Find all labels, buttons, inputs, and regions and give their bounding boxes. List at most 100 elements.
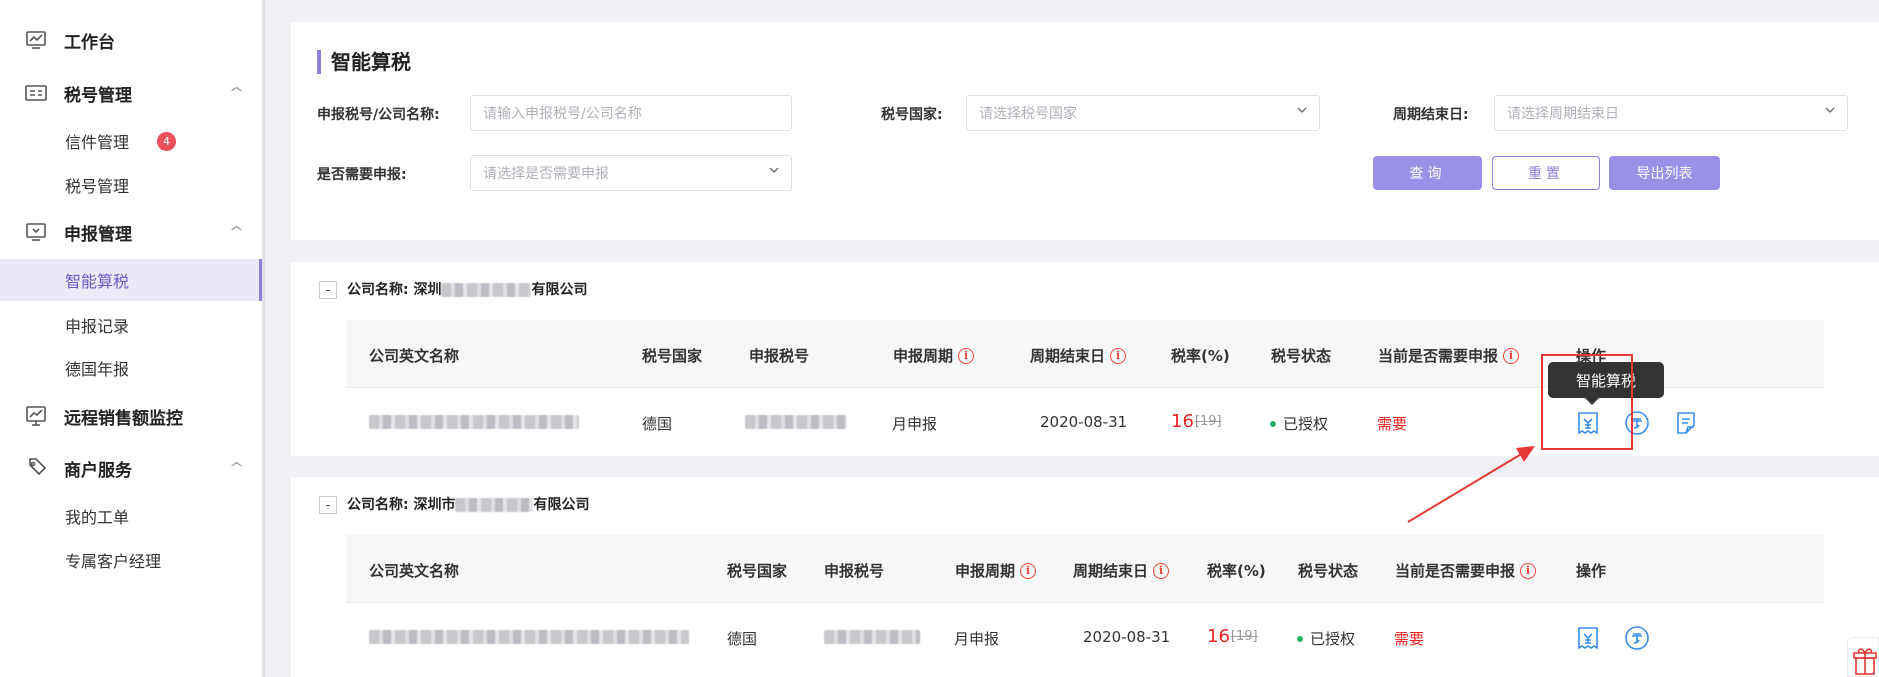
td-need: 需要 xyxy=(1377,415,1408,433)
id-card-icon xyxy=(25,85,47,101)
sidebar-item-annual[interactable]: 德国年报 xyxy=(0,347,262,389)
td-rate: 16 [19] xyxy=(1171,411,1222,432)
redacted-text xyxy=(441,283,532,297)
td-period: 月申报 xyxy=(954,630,1000,648)
nav-merchant-label: 商户服务 xyxy=(64,460,132,481)
th-tax-no: 申报税号 xyxy=(749,347,810,365)
page-title: 智能算税 xyxy=(317,50,411,74)
collapse-button[interactable]: - xyxy=(319,496,337,514)
sidebar: 工作台 税号管理 ^ 信件管理 4 税号管理 申报管理 ^ 智能算税 申报记录 … xyxy=(0,0,265,677)
nav-declare-mgmt[interactable]: 申报管理 ^ xyxy=(0,212,262,252)
th-period-label: 申报周期 xyxy=(893,347,954,365)
info-icon[interactable]: i xyxy=(958,347,975,364)
edit-doc-icon[interactable] xyxy=(1673,410,1699,436)
th-period-label: 申报周期 xyxy=(955,562,1016,580)
country-placeholder: 请选择税号国家 xyxy=(979,106,1077,122)
redacted-text xyxy=(369,415,579,429)
chevron-up-icon: ^ xyxy=(228,85,245,101)
th-status: 税号状态 xyxy=(1298,562,1359,580)
company-name: 公司名称: 深圳 有限公司 xyxy=(347,279,587,299)
td-end-date: 2020-08-31 xyxy=(1040,413,1128,431)
sidebar-item-letters[interactable]: 信件管理 4 xyxy=(0,120,262,162)
zero-declare-icon[interactable] xyxy=(1624,625,1650,651)
th-rate: 税率(%) xyxy=(1171,347,1230,365)
sidebar-item-records[interactable]: 申报记录 xyxy=(0,304,262,346)
sidebar-item-taxno[interactable]: 税号管理 xyxy=(0,164,262,206)
th-need-label: 当前是否需要申报 xyxy=(1395,562,1516,580)
reset-button[interactable]: 重置 xyxy=(1492,156,1600,190)
th-need: 当前是否需要申报 i xyxy=(1378,345,1520,366)
chevron-up-icon: ^ xyxy=(228,460,245,476)
company-card: - 公司名称: 深圳市 有限公司 公司英文名称 税号国家 申报税号 申报周期 i 周… xyxy=(291,477,1879,677)
need-label: 是否需要申报: xyxy=(317,167,407,183)
nav-workbench[interactable]: 工作台 xyxy=(0,20,262,60)
sidebar-item-tickets[interactable]: 我的工单 xyxy=(0,495,262,537)
info-icon[interactable]: i xyxy=(1020,562,1037,579)
need-select[interactable]: 请选择是否需要申报 xyxy=(470,155,792,191)
td-rate: 16 [19] xyxy=(1207,626,1258,647)
country-label: 税号国家: xyxy=(881,107,943,123)
chevron-down-icon xyxy=(769,167,779,173)
nav-remote-monitor[interactable]: 远程销售额监控 xyxy=(0,396,262,436)
status-text: 已授权 xyxy=(1310,630,1356,648)
status-dot xyxy=(1270,420,1276,427)
export-button[interactable]: 导出列表 xyxy=(1609,156,1720,190)
gift-icon[interactable] xyxy=(1847,637,1879,677)
redacted-text xyxy=(824,630,920,644)
country-select[interactable]: 请选择税号国家 xyxy=(966,95,1320,131)
th-end-date-label: 周期结束日 xyxy=(1073,562,1149,580)
sidebar-item-manager[interactable]: 专属客户经理 xyxy=(0,539,262,581)
chevron-up-icon: ^ xyxy=(228,224,245,240)
th-need-label: 当前是否需要申报 xyxy=(1378,347,1499,365)
table-header: 公司英文名称 税号国家 申报税号 申报周期 i 周期结束日 i 税率(%) 税号状态… xyxy=(346,535,1824,603)
redacted-text xyxy=(745,415,847,429)
info-icon[interactable]: i xyxy=(1503,347,1520,364)
nav-tax-mgmt-label: 税号管理 xyxy=(64,85,132,106)
chart-monitor-icon xyxy=(26,406,46,426)
th-end-date: 周期结束日 i xyxy=(1030,345,1127,366)
tag-icon xyxy=(29,458,47,476)
rate-value: 16 xyxy=(1207,626,1230,647)
nav-merchant[interactable]: 商户服务 ^ xyxy=(0,448,262,488)
sidebar-item-label: 专属客户经理 xyxy=(65,552,162,571)
search-panel: 智能算税 申报税号/公司名称: 请输入申报税号/公司名称 税号国家: 请选择税号… xyxy=(291,22,1879,240)
td-country: 德国 xyxy=(727,630,758,648)
td-status: 已授权 xyxy=(1297,628,1355,649)
sidebar-item-label: 申报记录 xyxy=(65,317,130,336)
th-end-date: 周期结束日 i xyxy=(1073,560,1170,581)
th-en-name: 公司英文名称 xyxy=(369,562,460,580)
status-dot xyxy=(1297,635,1303,642)
period-placeholder: 请选择周期结束日 xyxy=(1507,106,1619,122)
info-icon[interactable]: i xyxy=(1110,347,1127,364)
sidebar-item-smart-tax[interactable]: 智能算税 xyxy=(0,259,262,301)
query-button[interactable]: 查询 xyxy=(1373,156,1482,190)
sidebar-item-label: 德国年报 xyxy=(65,360,130,379)
unread-badge: 4 xyxy=(157,131,176,151)
tax-input[interactable]: 请输入申报税号/公司名称 xyxy=(470,95,792,131)
td-period: 月申报 xyxy=(892,415,938,433)
smart-tax-icon[interactable] xyxy=(1575,625,1601,651)
collapse-button[interactable]: - xyxy=(319,281,337,299)
th-rate: 税率(%) xyxy=(1207,562,1266,580)
tax-label: 申报税号/公司名称: xyxy=(317,107,440,123)
th-en-name: 公司英文名称 xyxy=(369,347,460,365)
period-select[interactable]: 请选择周期结束日 xyxy=(1494,95,1848,131)
td-country: 德国 xyxy=(642,415,673,433)
company-card: - 公司名称: 深圳 有限公司 公司英文名称 税号国家 申报税号 申报周期 i 周期… xyxy=(291,262,1879,456)
rate-old-value: [19] xyxy=(1230,629,1258,644)
info-icon[interactable]: i xyxy=(1153,562,1170,579)
th-status: 税号状态 xyxy=(1271,347,1332,365)
nav-tax-mgmt[interactable]: 税号管理 ^ xyxy=(0,73,262,113)
td-tax-no xyxy=(745,415,847,429)
nav-workbench-label: 工作台 xyxy=(64,32,115,53)
th-tax-no: 申报税号 xyxy=(824,562,885,580)
company-name-prefix: 公司名称: 深圳市 xyxy=(347,497,456,513)
sidebar-item-label: 税号管理 xyxy=(65,177,130,196)
chevron-down-icon xyxy=(1825,107,1835,113)
rate-old-value: [19] xyxy=(1194,414,1222,429)
sidebar-item-label: 信件管理 xyxy=(65,133,130,152)
redacted-text xyxy=(455,498,534,512)
th-need: 当前是否需要申报 i xyxy=(1395,560,1537,581)
company-name-prefix: 公司名称: 深圳 xyxy=(347,282,442,298)
info-icon[interactable]: i xyxy=(1520,562,1537,579)
